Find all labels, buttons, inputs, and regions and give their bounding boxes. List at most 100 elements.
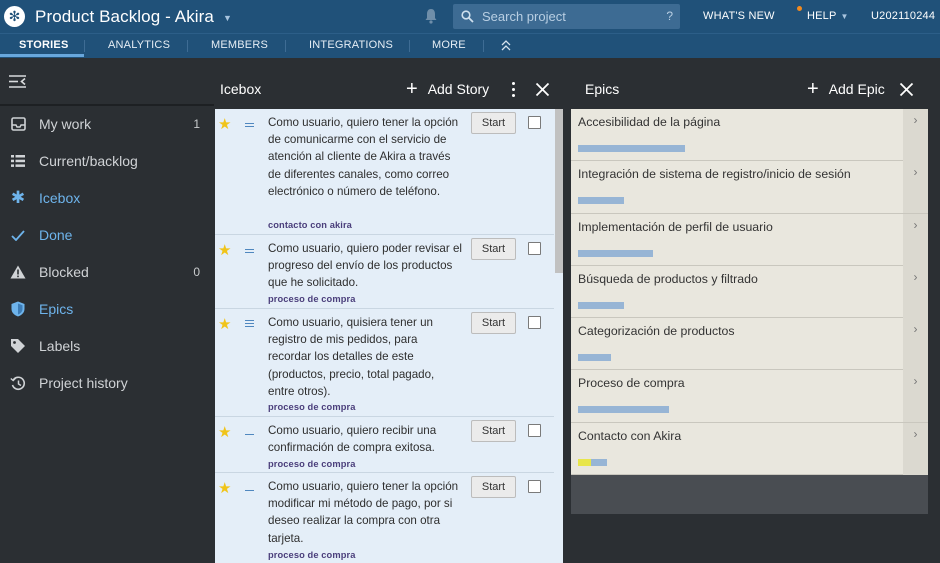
user-menu[interactable]: U202110244 bbox=[871, 10, 935, 22]
select-checkbox[interactable] bbox=[528, 480, 541, 493]
epic-row[interactable]: Contacto con Akira › bbox=[571, 422, 928, 476]
epics-panel: Epics + Add Epic Accesibilidad de la pági… bbox=[571, 70, 928, 514]
add-epic-button[interactable]: + Add Epic bbox=[807, 79, 885, 99]
epic-name: Integración de sistema de registro/inici… bbox=[578, 167, 851, 182]
story-list-scrollbar[interactable] bbox=[554, 109, 563, 563]
chevron-right-icon[interactable]: › bbox=[903, 370, 928, 423]
story-card[interactable]: ★ Como usuario, quiero poder revisar el … bbox=[215, 235, 554, 309]
epic-row[interactable]: Accesibilidad de la página › bbox=[571, 109, 928, 162]
epic-row[interactable]: Categorización de productos › bbox=[571, 318, 928, 371]
start-button[interactable]: Start bbox=[471, 420, 516, 442]
sidebar-item-icebox[interactable]: ✱ Icebox bbox=[0, 183, 214, 213]
chevron-right-icon[interactable]: › bbox=[903, 422, 928, 475]
chevron-right-icon[interactable]: › bbox=[903, 109, 928, 161]
story-label[interactable]: contacto con akira bbox=[268, 220, 352, 230]
epic-row[interactable]: Implementación de perfil de usuario › bbox=[571, 213, 928, 266]
scrollbar-thumb[interactable] bbox=[555, 109, 563, 273]
search-icon bbox=[461, 10, 474, 23]
feature-star-icon: ★ bbox=[218, 116, 232, 133]
app-logo-icon[interactable]: ✻ bbox=[4, 6, 25, 27]
search-box[interactable]: Search project ? bbox=[453, 4, 680, 29]
select-checkbox[interactable] bbox=[528, 116, 541, 129]
search-help-icon[interactable]: ? bbox=[666, 9, 673, 23]
select-checkbox[interactable] bbox=[528, 242, 541, 255]
tab-analytics[interactable]: ANALYTICS bbox=[108, 39, 170, 51]
chevron-right-icon[interactable]: › bbox=[903, 265, 928, 318]
snowflake-icon: ✱ bbox=[10, 188, 26, 207]
sidebar-collapse-icon[interactable] bbox=[9, 75, 27, 88]
epic-name: Categorización de productos bbox=[578, 324, 735, 339]
start-button[interactable]: Start bbox=[471, 112, 516, 134]
sidebar-item-blocked[interactable]: Blocked 0 bbox=[0, 257, 214, 287]
sidebar-item-epics[interactable]: Epics bbox=[0, 294, 214, 324]
add-story-label: Add Story bbox=[427, 81, 490, 97]
tab-divider bbox=[409, 40, 410, 52]
help-menu[interactable]: HELP ▼ bbox=[807, 10, 849, 22]
check-icon bbox=[10, 227, 26, 243]
start-button[interactable]: Start bbox=[471, 476, 516, 498]
more-options-icon[interactable] bbox=[512, 82, 516, 100]
panel-title: Epics bbox=[585, 81, 620, 97]
sidebar-item-label: Labels bbox=[39, 338, 81, 354]
plus-icon: + bbox=[406, 78, 418, 100]
start-button[interactable]: Start bbox=[471, 312, 516, 334]
tab-more[interactable]: MORE bbox=[432, 39, 466, 51]
sidebar-item-current-backlog[interactable]: Current/backlog bbox=[0, 146, 214, 176]
start-button[interactable]: Start bbox=[471, 238, 516, 260]
story-card[interactable]: ★ Como usuario, quiero tener la opción d… bbox=[215, 109, 554, 235]
sidebar-item-my-work[interactable]: My work 1 bbox=[0, 109, 214, 139]
story-card[interactable]: ★ Como usuario, quiero tener la opción m… bbox=[215, 473, 554, 563]
story-title: Como usuario, quiero tener la opción de … bbox=[268, 116, 459, 198]
story-label[interactable]: proceso de compra bbox=[268, 459, 355, 469]
epic-progress-bar bbox=[578, 301, 624, 309]
tab-divider bbox=[483, 40, 484, 52]
tab-members[interactable]: MEMBERS bbox=[211, 39, 268, 51]
project-title[interactable]: Product Backlog - Akira bbox=[35, 7, 214, 27]
sidebar-item-done[interactable]: Done bbox=[0, 220, 214, 250]
top-bar: ✻ Product Backlog - Akira ▼ Search proje… bbox=[0, 0, 940, 33]
epic-progress-bar bbox=[578, 249, 653, 257]
epic-row[interactable]: Integración de sistema de registro/inici… bbox=[571, 161, 928, 214]
story-card[interactable]: ★ Como usuario, quiero recibir una confi… bbox=[215, 417, 554, 473]
sidebar-divider bbox=[0, 104, 214, 106]
select-checkbox[interactable] bbox=[528, 316, 541, 329]
epic-name: Contacto con Akira bbox=[578, 428, 682, 443]
chevron-right-icon[interactable]: › bbox=[903, 213, 928, 266]
sidebar-item-project-history[interactable]: Project history bbox=[0, 368, 214, 398]
collapse-nav-icon[interactable] bbox=[501, 40, 511, 51]
add-story-button[interactable]: + Add Story bbox=[406, 78, 490, 100]
epic-list: Accesibilidad de la página › Integración d… bbox=[571, 109, 928, 476]
sidebar-item-labels[interactable]: Labels bbox=[0, 331, 214, 361]
story-card[interactable]: ★ Como usuario, quisiera tener un regist… bbox=[215, 309, 554, 417]
tab-stories[interactable]: STORIES bbox=[19, 39, 69, 51]
search-input[interactable]: Search project bbox=[482, 9, 566, 24]
help-label: HELP bbox=[807, 10, 837, 22]
whats-new-label: WHAT'S NEW bbox=[703, 10, 775, 22]
feature-star-icon: ★ bbox=[218, 316, 232, 333]
icebox-panel: Icebox + Add Story ★ Como usuario, quiero… bbox=[215, 70, 563, 563]
select-checkbox[interactable] bbox=[528, 424, 541, 437]
project-switcher-chevron-icon[interactable]: ▼ bbox=[223, 13, 232, 23]
tab-divider bbox=[187, 40, 188, 52]
chevron-right-icon[interactable]: › bbox=[903, 318, 928, 371]
sidebar-item-count: 1 bbox=[193, 117, 200, 131]
epic-row[interactable]: Búsqueda de productos y filtrado › bbox=[571, 265, 928, 319]
tab-integrations[interactable]: INTEGRATIONS bbox=[309, 39, 393, 51]
story-list: ★ Como usuario, quiero tener la opción d… bbox=[215, 109, 554, 563]
story-label[interactable]: proceso de compra bbox=[268, 402, 355, 412]
story-label[interactable]: proceso de compra bbox=[268, 550, 355, 560]
epic-name: Accesibilidad de la página bbox=[578, 115, 721, 129]
close-icon[interactable] bbox=[535, 82, 550, 97]
tag-icon bbox=[10, 338, 26, 354]
inbox-icon bbox=[10, 116, 26, 132]
epic-row[interactable]: Proceso de compra › bbox=[571, 370, 928, 423]
chevron-right-icon[interactable]: › bbox=[903, 161, 928, 214]
sidebar: My work 1 Current/backlog ✱ Icebox Done … bbox=[0, 58, 214, 563]
story-label[interactable]: proceso de compra bbox=[268, 294, 355, 304]
estimate-1-point-icon bbox=[245, 490, 254, 493]
estimate-3-points-icon bbox=[245, 320, 254, 329]
close-icon[interactable] bbox=[899, 82, 914, 97]
whats-new-menu[interactable]: WHAT'S NEW bbox=[703, 10, 775, 22]
notifications-bell-icon[interactable] bbox=[424, 8, 438, 24]
whats-new-indicator-dot bbox=[797, 6, 802, 11]
